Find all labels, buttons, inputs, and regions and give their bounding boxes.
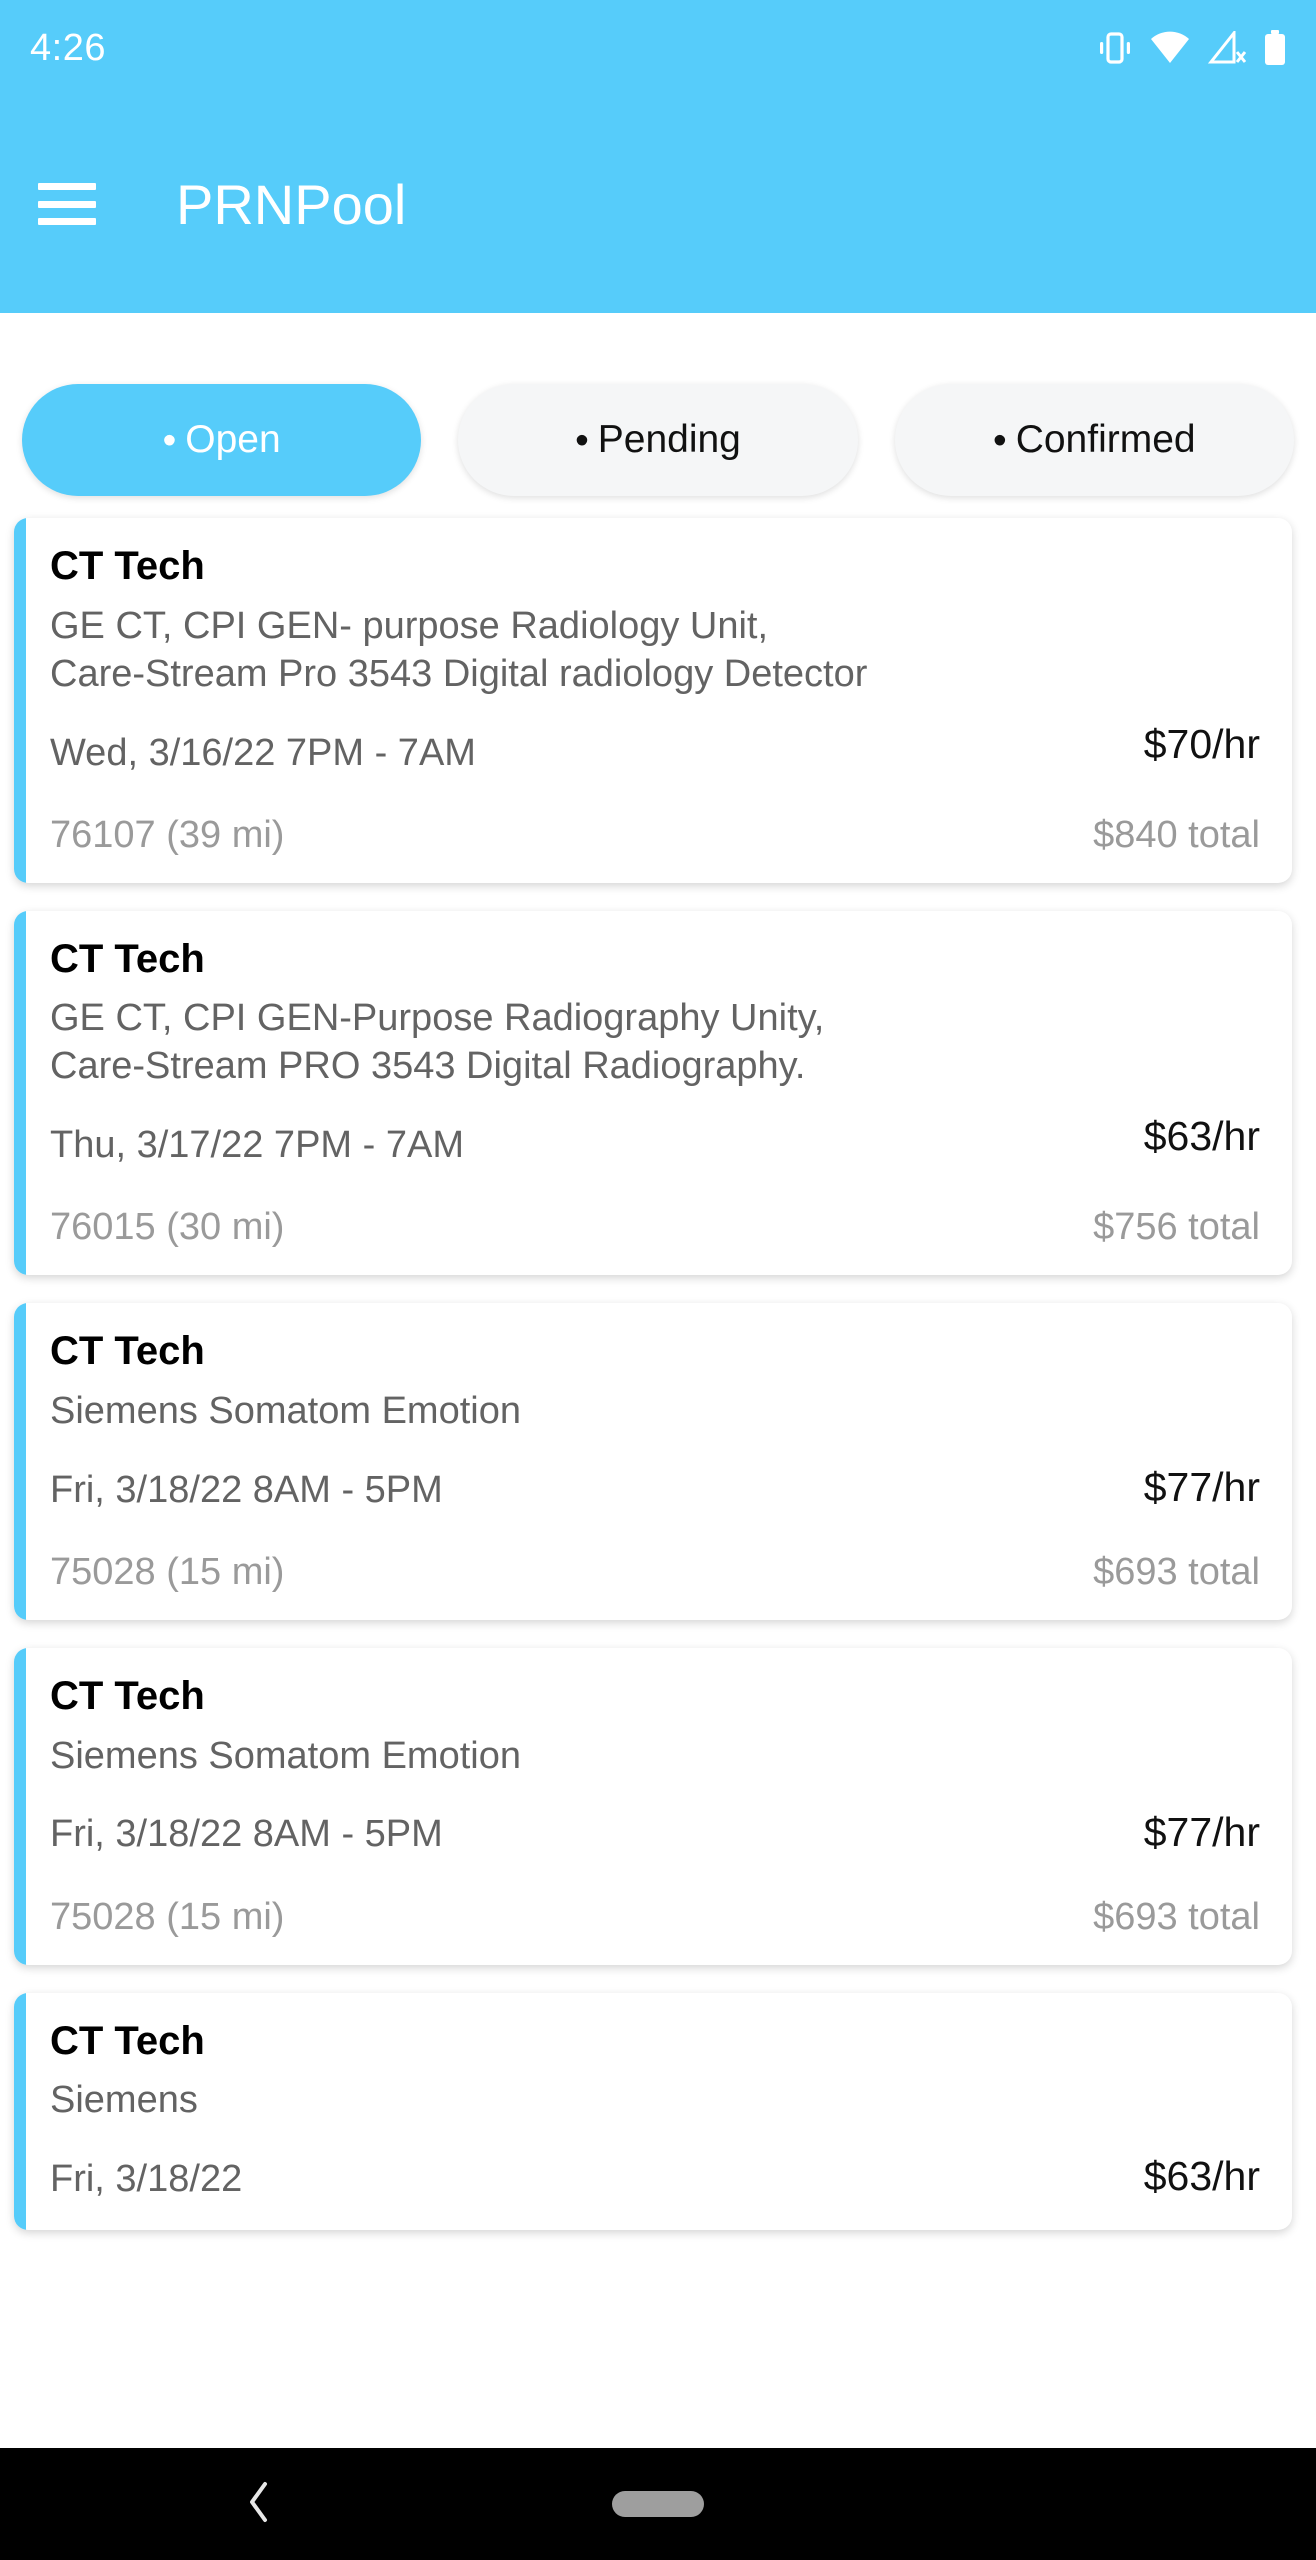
shift-details: GE CT, CPI GEN- purpose Radiology Unit, …	[50, 603, 1060, 778]
shift-rate: $63/hr	[1143, 1113, 1260, 1160]
app-bar: PRNPool	[0, 95, 1316, 313]
tab-dot-icon: •	[993, 418, 1007, 462]
shift-datetime: Fri, 3/18/22 8AM - 5PM	[50, 1813, 443, 1856]
shift-rate: $70/hr	[1143, 720, 1260, 767]
tab-confirmed[interactable]: • Confirmed	[894, 384, 1294, 496]
shift-rate-wrap: $77/hr	[1060, 1388, 1260, 1511]
shift-total: $693 total	[1093, 1895, 1260, 1938]
vibrate-icon	[1098, 30, 1132, 66]
app-title: PRNPool	[176, 172, 407, 236]
shift-datetime: Fri, 3/18/22 8AM - 5PM	[50, 1468, 443, 1511]
shift-title: CT Tech	[50, 1673, 205, 1718]
shift-card[interactable]: CT Tech Siemens Somatom Emotion Fri, 3/1…	[14, 1303, 1292, 1620]
shift-body: GE CT, CPI GEN- purpose Radiology Unit, …	[50, 603, 1260, 778]
shift-equipment: GE CT, CPI GEN- purpose Radiology Unit, …	[50, 604, 868, 695]
shift-card[interactable]: CT Tech Siemens Somatom Emotion Fri, 3/1…	[14, 1647, 1292, 1965]
shift-datetime: Fri, 3/18/22	[50, 2158, 243, 2201]
shift-rate: $77/hr	[1143, 1808, 1260, 1855]
shift-details: Siemens Fri, 3/18/22	[50, 2077, 1060, 2204]
shift-details: Siemens Somatom Emotion Fri, 3/18/22 8AM…	[50, 1388, 1060, 1515]
shift-rate: $77/hr	[1143, 1463, 1260, 1510]
shift-location: 75028 (15 mi)	[50, 1895, 285, 1938]
battery-icon	[1264, 29, 1286, 66]
shift-body: Siemens Fri, 3/18/22 $63/hr	[50, 2077, 1260, 2204]
shift-card[interactable]: CT Tech GE CT, CPI GEN- purpose Radiolog…	[14, 518, 1292, 883]
status-bar: 4:26	[0, 0, 1316, 95]
wifi-icon	[1150, 31, 1190, 65]
shift-location: 76107 (39 mi)	[50, 813, 285, 856]
shift-card[interactable]: CT Tech Siemens Fri, 3/18/22 $63/hr	[14, 1992, 1292, 2231]
home-pill-icon[interactable]	[612, 2491, 704, 2517]
shift-datetime: Wed, 3/16/22 7PM - 7AM	[50, 731, 476, 774]
shift-rate-wrap: $63/hr	[1060, 995, 1260, 1160]
phone-screen: 4:26 PRNPool • Open • Pending • Confirme…	[0, 0, 1316, 2560]
signal-off-icon	[1208, 30, 1246, 65]
shift-equipment: Siemens Somatom Emotion	[50, 1389, 521, 1432]
shift-footer: 76015 (30 mi) $756 total	[50, 1206, 1260, 1249]
tab-dot-icon: •	[575, 418, 589, 462]
status-filter-tabs: • Open • Pending • Confirmed	[0, 313, 1316, 496]
shift-equipment: Siemens Somatom Emotion	[50, 1734, 521, 1777]
shift-rate-wrap: $70/hr	[1060, 603, 1260, 768]
shift-location: 75028 (15 mi)	[50, 1550, 285, 1593]
shift-footer: 76107 (39 mi) $840 total	[50, 814, 1260, 857]
shift-location: 76015 (30 mi)	[50, 1206, 285, 1249]
status-bar-clock: 4:26	[30, 26, 106, 69]
shift-details: Siemens Somatom Emotion Fri, 3/18/22 8AM…	[50, 1733, 1060, 1860]
tab-confirmed-label: Confirmed	[1015, 418, 1196, 461]
hamburger-bar	[38, 218, 96, 225]
tab-dot-icon: •	[162, 418, 177, 462]
shift-footer: 75028 (15 mi) $693 total	[50, 1551, 1260, 1594]
shift-card[interactable]: CT Tech GE CT, CPI GEN-Purpose Radiograp…	[14, 910, 1292, 1276]
shift-equipment: GE CT, CPI GEN-Purpose Radiography Unity…	[50, 997, 825, 1088]
shift-body: Siemens Somatom Emotion Fri, 3/18/22 8AM…	[50, 1733, 1260, 1860]
shift-title: CT Tech	[50, 2018, 205, 2063]
status-bar-icons	[1098, 29, 1286, 66]
shift-total: $756 total	[1093, 1206, 1260, 1249]
shift-footer: 75028 (15 mi) $693 total	[50, 1896, 1260, 1939]
back-chevron-icon[interactable]	[245, 2480, 273, 2529]
shift-total: $693 total	[1093, 1550, 1260, 1593]
tab-pending[interactable]: • Pending	[458, 384, 858, 496]
shift-body: GE CT, CPI GEN-Purpose Radiography Unity…	[50, 995, 1260, 1170]
shift-total: $840 total	[1093, 813, 1260, 856]
shift-title: CT Tech	[50, 544, 205, 588]
shift-equipment: Siemens	[50, 2079, 198, 2122]
hamburger-bar	[38, 200, 96, 208]
content-area: • Open • Pending • Confirmed CT Tech GE …	[0, 313, 1316, 2560]
shift-body: Siemens Somatom Emotion Fri, 3/18/22 8AM…	[50, 1388, 1260, 1515]
tab-pending-label: Pending	[597, 418, 741, 461]
tab-open[interactable]: • Open	[22, 384, 422, 496]
shift-details: GE CT, CPI GEN-Purpose Radiography Unity…	[50, 995, 1060, 1170]
shift-datetime: Thu, 3/17/22 7PM - 7AM	[50, 1124, 464, 1167]
tab-open-label: Open	[185, 418, 281, 461]
shift-title: CT Tech	[50, 936, 205, 981]
hamburger-menu-icon[interactable]	[38, 183, 96, 225]
hamburger-bar	[38, 183, 96, 190]
shift-rate-wrap: $77/hr	[1060, 1733, 1260, 1856]
shift-rate-wrap: $63/hr	[1060, 2077, 1260, 2200]
shift-list: CT Tech GE CT, CPI GEN- purpose Radiolog…	[0, 496, 1316, 2231]
shift-rate: $63/hr	[1143, 2153, 1260, 2200]
shift-title: CT Tech	[50, 1329, 205, 1374]
system-navigation-bar	[0, 2448, 1316, 2560]
